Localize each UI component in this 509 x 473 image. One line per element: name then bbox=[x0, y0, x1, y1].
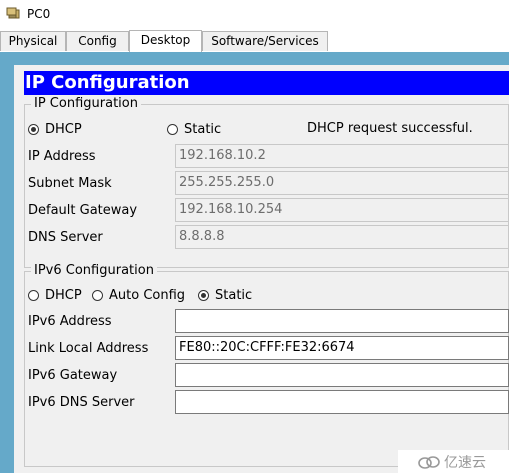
ipv4-legend: IP Configuration bbox=[31, 96, 141, 111]
dns-server-label: DNS Server bbox=[28, 230, 103, 245]
pc-icon bbox=[6, 6, 20, 20]
ipv6-gateway-label: IPv6 Gateway bbox=[28, 368, 118, 383]
subnet-mask-label: Subnet Mask bbox=[28, 176, 112, 191]
ipv6-legend: IPv6 Configuration bbox=[31, 263, 157, 278]
ip-configuration-window: IP Configuration IP Configuration DHCP S… bbox=[14, 65, 509, 473]
dns-server-field[interactable]: 8.8.8.8 bbox=[175, 225, 509, 249]
ipv4-dhcp-label: DHCP bbox=[45, 122, 82, 137]
ipv6-static-radio[interactable]: Static bbox=[198, 288, 252, 303]
ipv6-dhcp-label: DHCP bbox=[45, 288, 82, 303]
tab-software-services[interactable]: Software/Services bbox=[202, 31, 328, 51]
window-title: PC0 bbox=[27, 7, 51, 21]
ipv6-dhcp-radio[interactable]: DHCP bbox=[28, 288, 82, 303]
tab-physical[interactable]: Physical bbox=[0, 31, 66, 51]
ip-address-label: IP Address bbox=[28, 149, 96, 164]
dhcp-status-message: DHCP request successful. bbox=[307, 121, 473, 136]
tab-config[interactable]: Config bbox=[66, 31, 129, 51]
ipv4-dhcp-radio[interactable]: DHCP bbox=[28, 122, 82, 137]
watermark-text: 亿速云 bbox=[444, 454, 486, 471]
ip-address-field[interactable]: 192.168.10.2 bbox=[175, 144, 509, 168]
window-titlebar: PC0 bbox=[0, 0, 509, 30]
ipv6-address-input[interactable] bbox=[175, 309, 509, 333]
tab-desktop[interactable]: Desktop bbox=[129, 30, 202, 52]
ipv6-gateway-input[interactable] bbox=[175, 363, 509, 387]
radio-checked-icon bbox=[28, 124, 39, 135]
ipv6-address-label: IPv6 Address bbox=[28, 314, 112, 329]
ipv6-dns-server-label: IPv6 DNS Server bbox=[28, 395, 135, 410]
tab-bar: Physical Config Desktop Software/Service… bbox=[0, 30, 509, 52]
subnet-mask-field[interactable]: 255.255.255.0 bbox=[175, 171, 509, 195]
cloud-icon bbox=[418, 455, 440, 469]
ipv6-dns-server-input[interactable] bbox=[175, 390, 509, 414]
ipv4-static-radio[interactable]: Static bbox=[167, 122, 221, 137]
link-local-address-label: Link Local Address bbox=[28, 341, 149, 356]
ipv4-static-label: Static bbox=[184, 122, 222, 137]
ipv6-autoconfig-radio[interactable]: Auto Config bbox=[92, 288, 185, 303]
link-local-address-field[interactable]: FE80::20C:CFFF:FE32:6674 bbox=[175, 336, 509, 360]
radio-unchecked-icon bbox=[92, 290, 103, 301]
ipv6-static-label: Static bbox=[215, 288, 253, 303]
page-title: IP Configuration bbox=[24, 71, 509, 95]
desktop-panel: IP Configuration IP Configuration DHCP S… bbox=[0, 52, 509, 473]
ipv6-autoconfig-label: Auto Config bbox=[109, 288, 186, 303]
watermark-logo: 亿速云 bbox=[398, 450, 509, 473]
radio-unchecked-icon bbox=[167, 124, 178, 135]
default-gateway-label: Default Gateway bbox=[28, 203, 138, 218]
radio-unchecked-icon bbox=[28, 290, 39, 301]
radio-checked-icon bbox=[198, 290, 209, 301]
default-gateway-field[interactable]: 192.168.10.254 bbox=[175, 198, 509, 222]
